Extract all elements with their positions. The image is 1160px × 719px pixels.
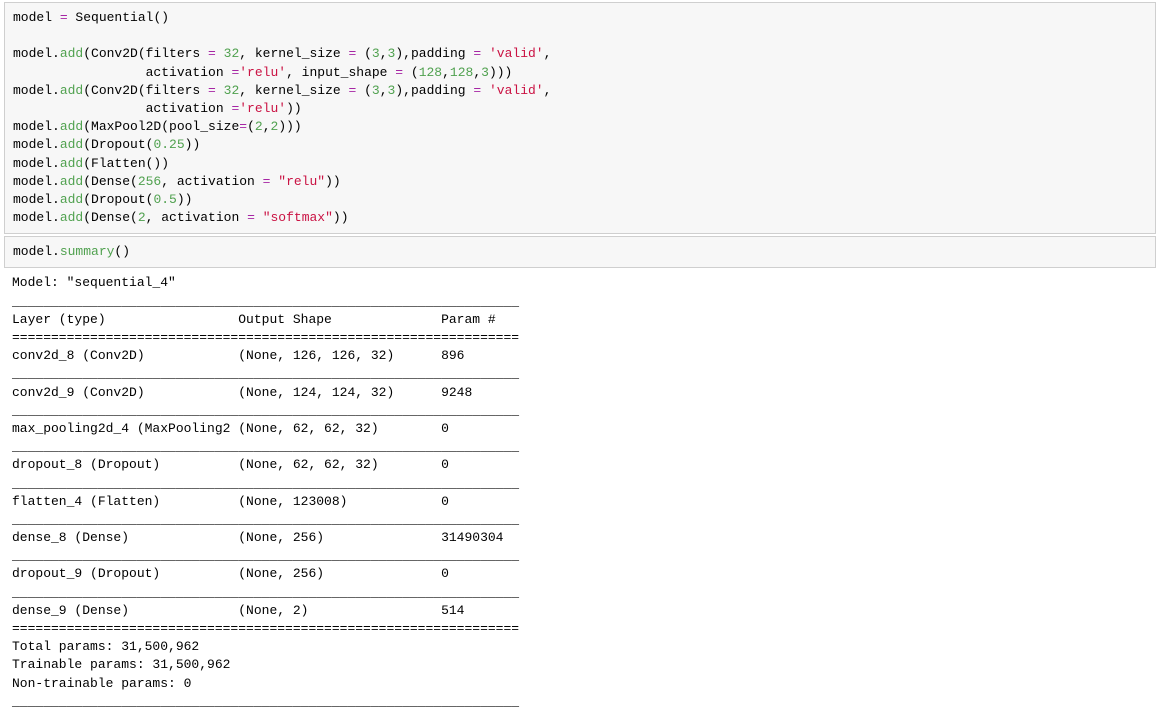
- code-token: model.: [13, 46, 60, 61]
- code-token: ,: [442, 65, 450, 80]
- code-token: 'relu': [239, 65, 286, 80]
- code-token: )): [185, 137, 201, 152]
- code-token: , activation: [161, 174, 262, 189]
- code-token: ))): [489, 65, 512, 80]
- code-token: 256: [138, 174, 161, 189]
- code-token: ),padding: [395, 83, 473, 98]
- code-token: (Dense(: [83, 210, 138, 225]
- code-token: 3: [372, 46, 380, 61]
- code-token: (: [356, 46, 372, 61]
- code-token: 3: [481, 65, 489, 80]
- code-token: ,: [263, 119, 271, 134]
- code-token: ,: [544, 46, 552, 61]
- code-token: 0.5: [153, 192, 176, 207]
- code-token: (: [356, 83, 372, 98]
- code-token: =: [208, 46, 216, 61]
- code-token: model.: [13, 83, 60, 98]
- code-token: [481, 46, 489, 61]
- code-token: add: [60, 192, 83, 207]
- code-token: =: [60, 10, 68, 25]
- code-token: (: [247, 119, 255, 134]
- code-cell-2[interactable]: model.summary(): [4, 236, 1156, 268]
- code-token: =: [395, 65, 403, 80]
- code-token: 0.25: [153, 137, 184, 152]
- code-token: add: [60, 119, 83, 134]
- code-token: , kernel_size: [239, 46, 348, 61]
- code-token: ,: [473, 65, 481, 80]
- code-token: (Flatten()): [83, 156, 169, 171]
- code-token: [216, 83, 224, 98]
- code-token: model.: [13, 174, 60, 189]
- code-token: model.: [13, 119, 60, 134]
- code-token: activation: [13, 65, 231, 80]
- code-token: 2: [138, 210, 146, 225]
- code-token: [481, 83, 489, 98]
- code-token: , input_shape: [286, 65, 395, 80]
- code-token: (MaxPool2D(pool_size: [83, 119, 239, 134]
- code-token: (: [403, 65, 419, 80]
- code-token: 128: [450, 65, 473, 80]
- code-token: [255, 210, 263, 225]
- code-token: activation: [13, 101, 231, 116]
- code-token: ),padding: [395, 46, 473, 61]
- code-token: Sequential(): [68, 10, 169, 25]
- code-token: , kernel_size: [239, 83, 348, 98]
- code-token: 128: [419, 65, 442, 80]
- code-token: ))): [278, 119, 301, 134]
- code-token: (Dense(: [83, 174, 138, 189]
- code-token: (): [114, 244, 130, 259]
- code-token: 'relu': [239, 101, 286, 116]
- code-token: ,: [380, 46, 388, 61]
- code-token: (Dropout(: [83, 192, 153, 207]
- code-token: (Conv2D(filters: [83, 83, 208, 98]
- code-token: 32: [224, 46, 240, 61]
- code-token: model.: [13, 137, 60, 152]
- code-token: =: [239, 119, 247, 134]
- code-token: model.: [13, 192, 60, 207]
- code-token: model.: [13, 244, 60, 259]
- code-token: )): [333, 210, 349, 225]
- code-token: )): [286, 101, 302, 116]
- code-token: add: [60, 46, 83, 61]
- code-token: add: [60, 156, 83, 171]
- code-token: =: [247, 210, 255, 225]
- code-token: (Dropout(: [83, 137, 153, 152]
- code-token: , activation: [146, 210, 247, 225]
- code-token: "softmax": [263, 210, 333, 225]
- code-cell-1[interactable]: model = Sequential() model.add(Conv2D(fi…: [4, 2, 1156, 234]
- code-token: 2: [255, 119, 263, 134]
- code-token: ,: [380, 83, 388, 98]
- code-token: 32: [224, 83, 240, 98]
- code-token: (Conv2D(filters: [83, 46, 208, 61]
- code-token: 'valid': [489, 83, 544, 98]
- output-cell: Model: "sequential_4" __________________…: [4, 270, 1156, 719]
- code-token: 3: [372, 83, 380, 98]
- code-token: "relu": [278, 174, 325, 189]
- code-token: =: [208, 83, 216, 98]
- code-token: add: [60, 174, 83, 189]
- code-token: ,: [544, 83, 552, 98]
- code-token: model: [13, 10, 60, 25]
- code-token: add: [60, 210, 83, 225]
- code-token: model.: [13, 210, 60, 225]
- code-token: [216, 46, 224, 61]
- code-token: model.: [13, 156, 60, 171]
- code-token: add: [60, 137, 83, 152]
- code-token: )): [177, 192, 193, 207]
- code-token: add: [60, 83, 83, 98]
- code-token: )): [325, 174, 341, 189]
- code-token: 'valid': [489, 46, 544, 61]
- code-token: summary: [60, 244, 115, 259]
